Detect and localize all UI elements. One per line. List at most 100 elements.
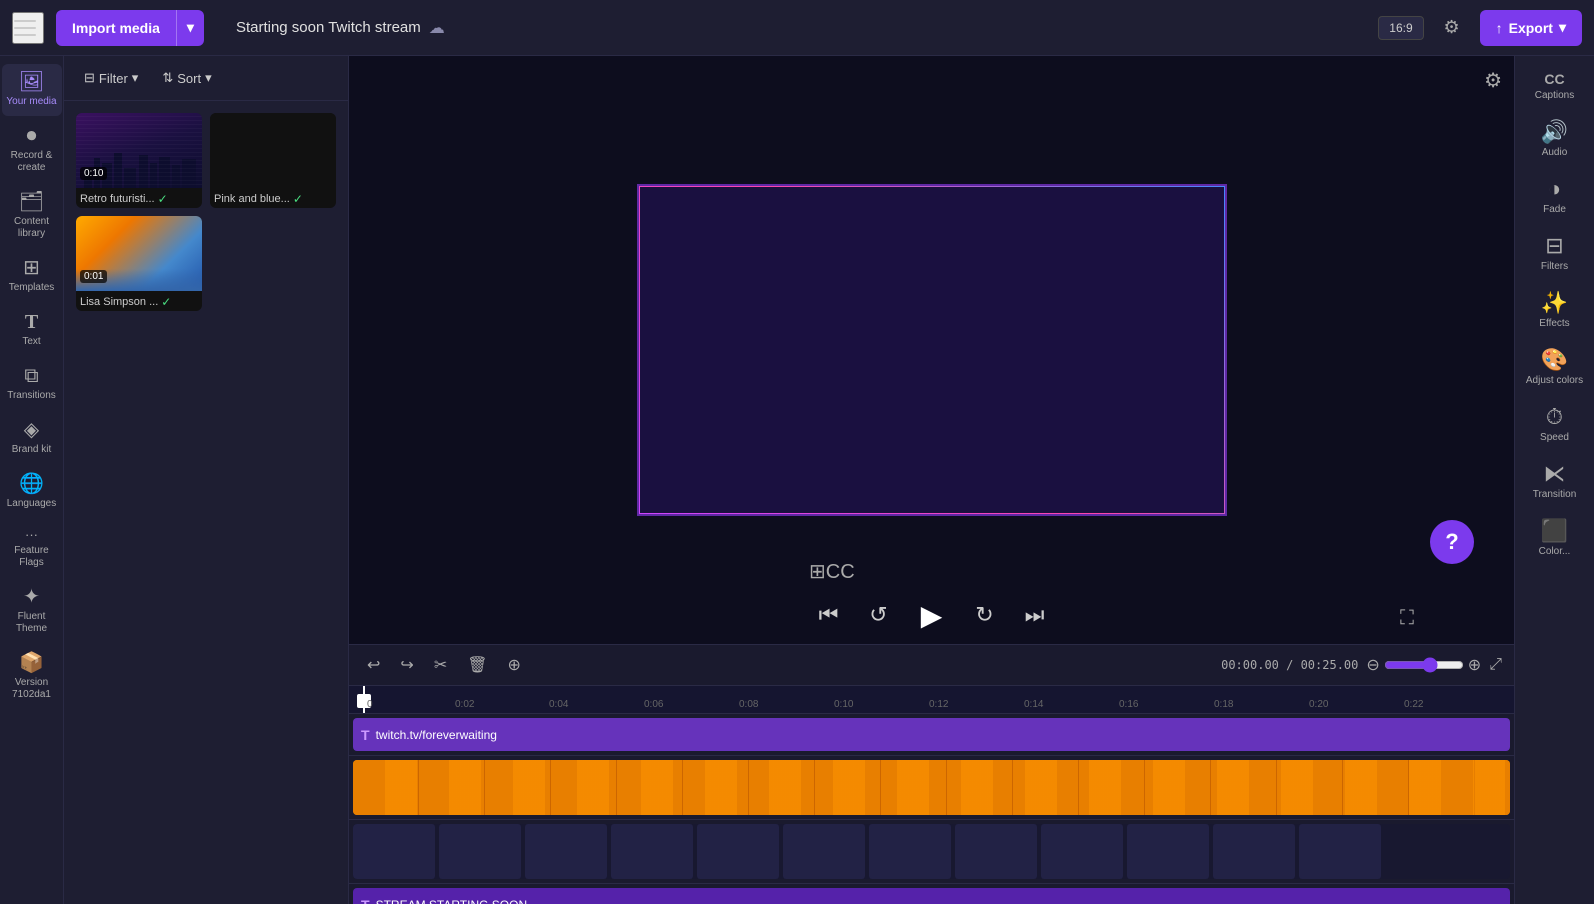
zoom-slider[interactable] (1384, 657, 1464, 673)
settings-icon[interactable]: ⚙ (1436, 12, 1468, 44)
play-button[interactable]: ▶ (911, 594, 953, 636)
transition-icon: ⧔ (1544, 463, 1566, 485)
media-item-lisa[interactable]: 0:01 Lisa Simpson ... ✓ (76, 216, 202, 311)
sidebar-item-your-media[interactable]: 🖼 Your media (2, 64, 62, 116)
right-panel-color[interactable]: ⬛ Color... (1519, 512, 1591, 565)
filter-label: Filter (99, 71, 128, 86)
color-label: Color... (1539, 546, 1571, 557)
pink-blue-label: Pink and blue... ✓ (210, 188, 336, 208)
rewind-button[interactable]: ↺ (861, 597, 897, 633)
sidebar-item-transitions[interactable]: ⧉ Transitions (2, 358, 62, 410)
timeline-area: ↩ ↪ ✂ 🗑 ⊕ 00:00.00 / 00:25.00 ⊖ ⊕ ⤢ (349, 644, 1514, 904)
project-title-area: Starting soon Twitch stream ☁ (236, 18, 445, 38)
media-item-pink-blue[interactable]: Pink and blue... ✓ (210, 113, 336, 208)
zoom-out-button[interactable]: ⊖ (1366, 655, 1379, 675)
filter-arrow: ▾ (132, 70, 139, 86)
preview-background: STREAM STARTING SOON twitch.tv/foreverwa… (639, 186, 1225, 514)
aspect-ratio-badge: 16:9 (1378, 16, 1423, 40)
content-library-icon: 🗂 (19, 192, 44, 212)
ruler-labels-row: 0 0:02 0:04 0:06 0:08 0:10 0:12 0:14 0:1… (349, 686, 1514, 709)
captions-icon: CC (1544, 72, 1564, 86)
expand-timeline-button[interactable]: ⤢ (1489, 656, 1502, 674)
cloud-icon: ☁ (429, 18, 445, 38)
media-panel: ⊟ Filter ▾ ⇅ Sort ▾ (64, 56, 349, 904)
twitch-url-text: twitch.tv/foreverwaiting (816, 471, 1046, 489)
playhead-line (363, 686, 365, 713)
sidebar-item-content-library[interactable]: 🗂 Content library (2, 184, 62, 248)
preview-settings-button[interactable]: ⚙ (1484, 68, 1502, 93)
content-library-label: Content library (6, 216, 58, 240)
track-video-main[interactable] (353, 760, 1510, 815)
right-panel-transition[interactable]: ⧔ Transition (1519, 455, 1591, 508)
menu-button[interactable] (12, 12, 44, 44)
track-images[interactable] (353, 824, 1510, 879)
zoom-in-button[interactable]: ⊕ (1468, 655, 1481, 675)
sidebar-item-record-create[interactable]: ⏺ Record & create (2, 118, 62, 182)
sidebar-item-text[interactable]: T Text (2, 304, 62, 356)
sidebar-item-version[interactable]: 📦 Version 7102da1 (2, 645, 62, 709)
timecode-separator: / (1286, 658, 1300, 672)
redo-button[interactable]: ↪ (394, 651, 419, 679)
transitions-icon: ⧉ (24, 366, 38, 386)
media-item-retro[interactable]: 0:10 Retro futuristi... ✓ (76, 113, 202, 208)
templates-icon: ⊞ (23, 258, 40, 278)
track-stream-label: STREAM STARTING SOON (376, 898, 528, 904)
languages-label: Languages (7, 498, 57, 510)
timecode-display: 00:00.00 / 00:25.00 (1221, 658, 1358, 672)
right-panel-effects[interactable]: ✨ Effects (1519, 284, 1591, 337)
right-panel-speed[interactable]: ⏱ Speed (1519, 398, 1591, 451)
languages-icon: 🌐 (19, 474, 44, 494)
center-area: ⚙ (349, 56, 1514, 904)
track-twitch-label: twitch.tv/foreverwaiting (376, 728, 497, 742)
right-panel-captions[interactable]: CC Captions (1519, 64, 1591, 109)
timecode-total: 00:25.00 (1301, 658, 1359, 672)
adjust-colors-icon: 🎨 (1541, 349, 1568, 371)
skip-to-end-button[interactable]: ⏭ (1017, 597, 1053, 633)
import-media-label: Import media (56, 10, 177, 46)
color-icon: ⬛ (1541, 520, 1568, 542)
cut-button[interactable]: ✂ (428, 651, 453, 679)
effects-label: Effects (1539, 318, 1569, 329)
fast-forward-button[interactable]: ↻ (967, 597, 1003, 633)
main-layout: 🖼 Your media ⏺ Record & create 🗂 Content… (0, 56, 1594, 904)
sidebar-item-templates[interactable]: ⊞ Templates (2, 250, 62, 302)
timeline-toolbar: ↩ ↪ ✂ 🗑 ⊕ 00:00.00 / 00:25.00 ⊖ ⊕ ⤢ (349, 645, 1514, 686)
skip-to-start-button[interactable]: ⏮ (811, 597, 847, 633)
fullscreen-button[interactable]: ⛶ (1400, 607, 1414, 630)
preview-canvas: STREAM STARTING SOON twitch.tv/foreverwa… (637, 184, 1227, 516)
sort-button[interactable]: ⇅ Sort ▾ (154, 66, 219, 90)
import-media-button[interactable]: Import media ▾ (56, 10, 204, 46)
sidebar-item-fluent-theme[interactable]: ✦ Fluent Theme (2, 579, 62, 643)
copy-button[interactable]: ⊕ (502, 651, 527, 679)
image-segment-3 (525, 824, 607, 879)
closed-captions-button[interactable]: ⊞CC (809, 559, 855, 584)
image-segment-8 (955, 824, 1037, 879)
track-twitch-text[interactable]: T twitch.tv/foreverwaiting (353, 718, 1510, 751)
right-panel-adjust-colors[interactable]: 🎨 Adjust colors (1519, 341, 1591, 394)
right-panel-filters[interactable]: ⊟ Filters (1519, 227, 1591, 280)
delete-button[interactable]: 🗑 (461, 651, 493, 679)
export-button[interactable]: ↑ Export ▾ (1480, 10, 1582, 46)
version-icon: 📦 (19, 653, 44, 673)
right-panel-fade[interactable]: ◑ Fade (1519, 170, 1591, 223)
pink-blue-check-icon: ✓ (293, 192, 303, 206)
right-panel-audio[interactable]: 🔊 Audio (1519, 113, 1591, 166)
import-media-dropdown-arrow[interactable]: ▾ (177, 10, 204, 46)
sidebar-item-brand-kit[interactable]: ◈ Brand kit (2, 412, 62, 464)
captions-label: Captions (1535, 90, 1574, 101)
track-stream-text[interactable]: T STREAM STARTING SOON (353, 888, 1510, 904)
sidebar-item-feature-flags[interactable]: ··· Feature Flags (2, 520, 62, 577)
fluent-theme-icon: ✦ (23, 587, 40, 607)
sort-arrow: ▾ (205, 70, 212, 86)
sidebar-item-languages[interactable]: 🌐 Languages (2, 466, 62, 518)
track-row-twitch-text: T twitch.tv/foreverwaiting (349, 714, 1514, 756)
transition-label: Transition (1533, 489, 1577, 500)
inner-video-frame (769, 222, 999, 387)
timeline-ruler: 0 0:02 0:04 0:06 0:08 0:10 0:12 0:14 0:1… (349, 686, 1514, 714)
playback-controls: ⏮ ↺ ▶ ↻ ⏭ (811, 594, 1053, 636)
image-segment-12 (1299, 824, 1381, 879)
help-button[interactable]: ? (1430, 520, 1474, 564)
brand-kit-icon: ◈ (24, 420, 39, 440)
filter-button[interactable]: ⊟ Filter ▾ (76, 66, 146, 90)
undo-button[interactable]: ↩ (361, 651, 386, 679)
